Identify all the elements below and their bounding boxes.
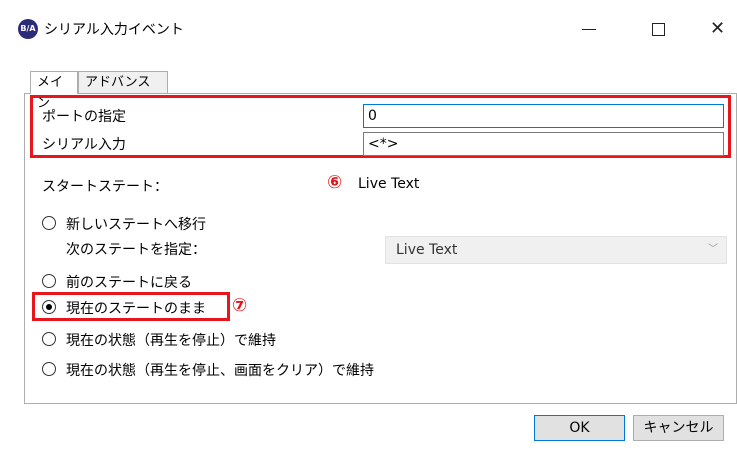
tab-advanced[interactable]: アドバンス [78, 71, 168, 93]
annotation-7: ⑦ [232, 295, 248, 316]
next-state-selected: Live Text [396, 242, 458, 258]
port-input[interactable]: 0 [363, 104, 724, 128]
title-bar: B/A シリアル入力イベント ✕ [0, 0, 737, 60]
serial-input-label: シリアル入力 [42, 137, 126, 153]
radio-label: 新しいステートへ移行 [66, 217, 206, 233]
radio-button-checked[interactable] [42, 300, 56, 314]
radio-label: 現在の状態（再生を停止、画面をクリア）で維持 [66, 363, 374, 379]
app-icon: B/A [18, 19, 38, 39]
chevron-down-icon: ﹀ [708, 244, 718, 255]
maximize-button[interactable] [636, 12, 682, 46]
minimize-icon [582, 29, 596, 30]
cancel-button[interactable]: キャンセル [633, 415, 724, 441]
port-label: ポートの指定 [42, 109, 126, 125]
ok-button[interactable]: OK [534, 415, 625, 441]
tab-main[interactable]: メイン [30, 71, 78, 111]
radio-button[interactable] [42, 362, 56, 376]
annotation-6: ⑥ [327, 172, 343, 193]
next-state-label: 次のステートを指定： [66, 242, 206, 258]
radio-button[interactable] [42, 332, 56, 346]
radio-button[interactable] [42, 274, 56, 288]
next-state-select[interactable]: Live Text ﹀ [385, 236, 727, 264]
start-state-label: スタートステート： [42, 179, 168, 195]
radio-label: 前のステートに戻る [66, 275, 192, 291]
window-title: シリアル入力イベント [44, 22, 184, 38]
radio-label: 現在のステートのまま [66, 301, 206, 317]
serial-input[interactable]: <*> [363, 132, 724, 156]
start-state-value: Live Text [358, 176, 420, 192]
radio-button[interactable] [42, 216, 56, 230]
minimize-button[interactable] [566, 12, 612, 46]
close-button[interactable]: ✕ [696, 12, 737, 46]
maximize-icon [652, 23, 665, 36]
radio-label: 現在の状態（再生を停止）で維持 [66, 333, 276, 349]
close-icon: ✕ [710, 18, 726, 39]
